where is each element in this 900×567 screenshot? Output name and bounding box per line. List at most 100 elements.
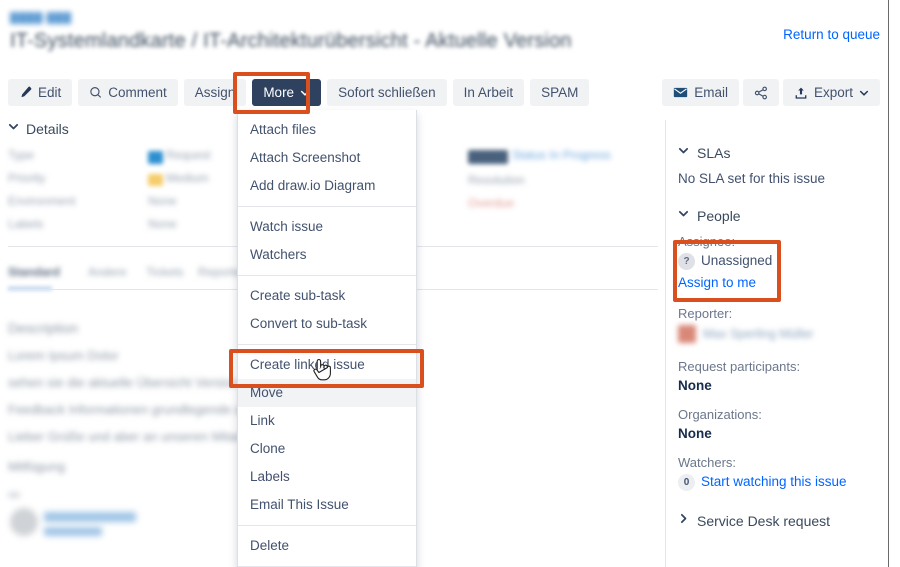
edit-button[interactable]: Edit: [8, 79, 73, 106]
menu-separator: [238, 206, 416, 207]
tab-tickets[interactable]: Tickets: [146, 265, 190, 279]
envelope-icon: [673, 86, 688, 99]
issue-action-toolbar: Edit Comment Assign More Sofort schließe…: [8, 79, 590, 106]
tab-andere[interactable]: Andere: [88, 265, 136, 279]
detail-label-type: Type: [8, 148, 35, 162]
detail-label-labels: Labels: [8, 217, 44, 231]
menu-item-attach-files[interactable]: Attach files: [238, 116, 416, 144]
people-section-header[interactable]: People: [678, 208, 883, 224]
menu-item-convert-to-sub-task[interactable]: Convert to sub-task: [238, 310, 416, 338]
chevron-down-icon: [8, 121, 19, 135]
menu-item-create-linked-issue[interactable]: Create linked issue: [238, 351, 416, 379]
window-right-border: [888, 0, 889, 567]
menu-item-move[interactable]: Move: [238, 379, 416, 407]
more-button[interactable]: More: [252, 79, 322, 106]
detail-value-type: Request: [166, 148, 211, 162]
menu-item-attach-screenshot[interactable]: Attach Screenshot: [238, 144, 416, 172]
watchers-value-row[interactable]: 0 Start watching this issue: [678, 474, 883, 492]
details-section-title: Details: [26, 121, 69, 137]
comment-button-label: Comment: [108, 85, 167, 100]
more-dropdown-menu: Attach files Attach Screenshot Add draw.…: [237, 110, 417, 567]
tab-standard[interactable]: Standard: [8, 265, 64, 279]
page-title: IT-Systemlandkarte / IT-Architekturübers…: [10, 30, 572, 52]
detail-label-priority: Priority: [8, 171, 46, 185]
watchers-count-badge: 0: [678, 474, 695, 492]
upload-icon: [794, 86, 808, 100]
organizations-value: None: [678, 426, 712, 442]
details-section-header[interactable]: Details: [8, 121, 69, 137]
window-top-border: [0, 0, 889, 1]
service-desk-request-title: Service Desk request: [697, 513, 831, 530]
export-button-label: Export: [813, 85, 853, 100]
signature-avatar: [10, 508, 38, 536]
slas-section-header[interactable]: SLAs: [678, 145, 883, 161]
assignee-value-row[interactable]: ? Unassigned: [678, 253, 883, 271]
assign-button[interactable]: Assign: [183, 79, 247, 106]
sofort-schliessen-button[interactable]: Sofort schließen: [327, 79, 447, 106]
menu-item-watch-issue[interactable]: Watch issue: [238, 213, 416, 241]
in-arbeit-button[interactable]: In Arbeit: [452, 79, 525, 106]
assign-button-label: Assign: [194, 85, 236, 100]
detail-value-labels: None: [148, 217, 177, 231]
in-arbeit-label: In Arbeit: [463, 85, 514, 100]
detail-right-row-3: Overdue: [468, 196, 515, 210]
comment-button[interactable]: Comment: [78, 79, 178, 106]
edit-button-label: Edit: [38, 85, 62, 100]
detail-right-row-1: Status In Progress: [512, 148, 611, 162]
organizations-label: Organizations:: [678, 407, 762, 423]
issue-detail-screen: ████-███ IT-Systemlandkarte / IT-Archite…: [0, 0, 900, 567]
description-separator: [8, 493, 20, 497]
chevron-down-icon: [678, 145, 689, 159]
chevron-down-icon: [678, 208, 689, 222]
detail-status-chip: [468, 150, 508, 164]
issue-export-toolbar: Email Export: [662, 79, 880, 106]
assignee-label: Assignee:: [678, 234, 736, 249]
signature-name: [44, 512, 136, 522]
speech-bubble-icon: [89, 86, 102, 99]
reporter-value-row[interactable]: Max Sperling Müller: [678, 325, 883, 344]
chevron-down-icon: [859, 88, 869, 98]
issue-sidebar: SLAs No SLA set for this issue People As…: [678, 145, 883, 529]
description-line-5: Mitfügung: [8, 459, 66, 474]
sla-note: No SLA set for this issue: [678, 171, 826, 186]
spam-button[interactable]: SPAM: [530, 79, 590, 106]
chevron-down-icon: [300, 88, 310, 98]
avatar-unassigned-icon: ?: [678, 253, 695, 271]
menu-item-labels[interactable]: Labels: [238, 463, 416, 491]
menu-item-clone[interactable]: Clone: [238, 435, 416, 463]
menu-item-watchers[interactable]: Watchers: [238, 241, 416, 269]
detail-right-row-2: Resolution: [468, 173, 525, 187]
watchers-label: Watchers:: [678, 455, 737, 471]
breadcrumb[interactable]: ████-███: [10, 12, 102, 24]
service-desk-request-section-header[interactable]: Service Desk request: [678, 513, 883, 529]
detail-value-priority: Medium: [166, 171, 209, 185]
export-button[interactable]: Export: [782, 79, 880, 106]
sofort-schliessen-label: Sofort schließen: [338, 85, 436, 100]
people-section-title: People: [697, 208, 741, 224]
detail-value-type-icon: [148, 151, 163, 164]
reporter-avatar: [678, 325, 696, 344]
menu-separator: [238, 525, 416, 526]
description-line-1: Lorem Ipsum Dolor: [8, 348, 119, 363]
detail-label-environment: Environment: [8, 194, 76, 208]
spam-label: SPAM: [541, 85, 579, 100]
email-button[interactable]: Email: [662, 79, 739, 106]
assign-to-me-link[interactable]: Assign to me: [678, 275, 883, 290]
return-to-queue-link[interactable]: Return to queue: [783, 27, 880, 42]
menu-item-delete[interactable]: Delete: [238, 532, 416, 560]
detail-value-environment: None: [148, 194, 177, 208]
menu-separator: [238, 344, 416, 345]
more-button-label: More: [263, 85, 295, 100]
menu-item-email-this-issue[interactable]: Email This Issue: [238, 491, 416, 519]
request-participants-label: Request participants:: [678, 359, 801, 375]
menu-item-add-drawio-diagram[interactable]: Add draw.io Diagram: [238, 172, 416, 200]
assignee-value: Unassigned: [701, 253, 773, 268]
start-watching-link[interactable]: Start watching this issue: [701, 474, 847, 489]
menu-item-create-sub-task[interactable]: Create sub-task: [238, 282, 416, 310]
sidebar-divider: [665, 120, 666, 567]
share-icon: [754, 86, 768, 100]
menu-item-link[interactable]: Link: [238, 407, 416, 435]
share-button[interactable]: [742, 79, 779, 106]
description-heading: Description: [8, 320, 79, 336]
request-participants-value: None: [678, 378, 712, 394]
